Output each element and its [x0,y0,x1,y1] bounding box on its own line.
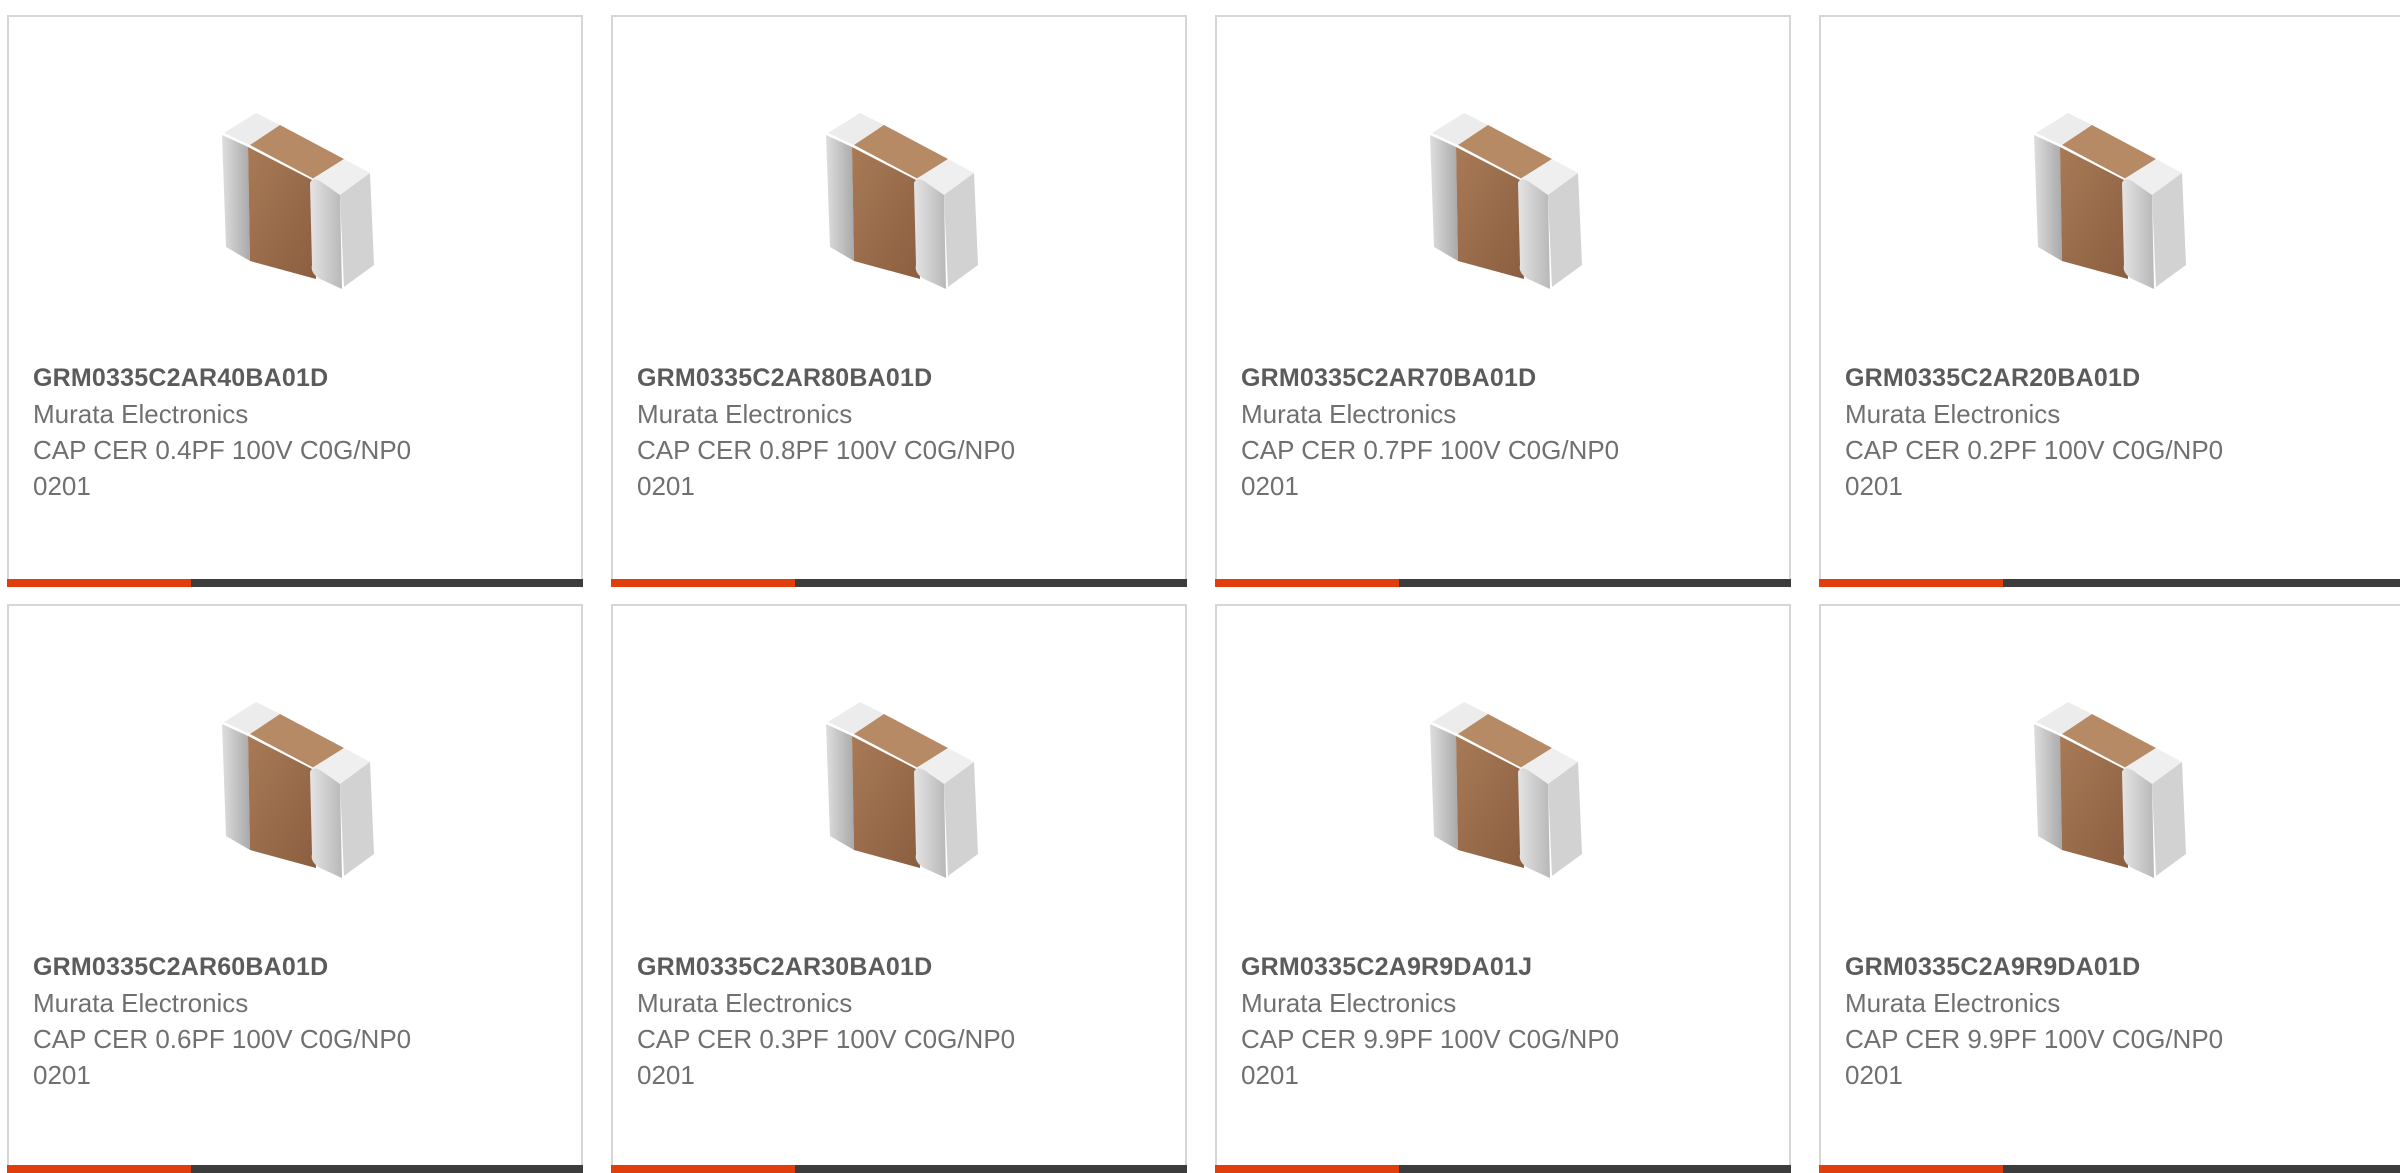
card-accent-bar [7,1165,191,1173]
card-accent-bar [611,1165,795,1173]
part-number-link[interactable]: GRM0335C2AR20BA01D [1845,360,2275,396]
card-accent-bar [611,579,795,587]
card-accent-bar [1215,1165,1399,1173]
card-bottom-bar [7,579,583,587]
manufacturer-name: Murata Electronics [637,399,853,429]
product-description: CAP CER 0.4PF 100V C0G/NP0 0201 [33,435,412,501]
part-number-link[interactable]: GRM0335C2AR80BA01D [637,360,1067,396]
product-info: GRM0335C2AR30BA01D Murata Electronics CA… [637,949,1067,1093]
capacitor-chip-image[interactable] [194,672,400,878]
capacitor-chip-image[interactable] [2006,83,2212,289]
manufacturer-name: Murata Electronics [33,399,249,429]
card-bottom-bar [1819,579,2400,587]
card-bottom-bar [1215,579,1791,587]
part-number-link[interactable]: GRM0335C2AR30BA01D [637,949,1067,985]
capacitor-chip-image[interactable] [194,83,400,289]
product-info: GRM0335C2AR20BA01D Murata Electronics CA… [1845,360,2275,504]
product-info: GRM0335C2AR80BA01D Murata Electronics CA… [637,360,1067,504]
product-info: GRM0335C2AR40BA01D Murata Electronics CA… [33,360,463,504]
product-description: CAP CER 0.8PF 100V C0G/NP0 0201 [637,435,1016,501]
card-bottom-bar [1819,1165,2400,1173]
capacitor-chip-image[interactable] [798,672,1004,878]
capacitor-chip-image[interactable] [2006,672,2212,878]
capacitor-chip-image[interactable] [1402,83,1608,289]
manufacturer-name: Murata Electronics [33,988,249,1018]
product-card[interactable]: GRM0335C2AR30BA01D Murata Electronics CA… [611,604,1187,1173]
product-description: CAP CER 0.7PF 100V C0G/NP0 0201 [1241,435,1620,501]
card-accent-bar [7,579,191,587]
product-grid: GRM0335C2AR40BA01D Murata Electronics CA… [0,0,2400,1173]
manufacturer-name: Murata Electronics [1241,988,1457,1018]
manufacturer-name: Murata Electronics [1241,399,1457,429]
part-number-link[interactable]: GRM0335C2AR70BA01D [1241,360,1671,396]
product-card[interactable]: GRM0335C2AR40BA01D Murata Electronics CA… [7,15,583,587]
card-accent-bar [1215,579,1399,587]
product-info: GRM0335C2A9R9DA01D Murata Electronics CA… [1845,949,2275,1093]
card-bottom-bar [611,1165,1187,1173]
capacitor-chip-image[interactable] [798,83,1004,289]
manufacturer-name: Murata Electronics [637,988,853,1018]
manufacturer-name: Murata Electronics [1845,988,2061,1018]
product-card[interactable]: GRM0335C2AR80BA01D Murata Electronics CA… [611,15,1187,587]
product-card[interactable]: GRM0335C2AR70BA01D Murata Electronics CA… [1215,15,1791,587]
part-number-link[interactable]: GRM0335C2A9R9DA01J [1241,949,1671,985]
manufacturer-name: Murata Electronics [1845,399,2061,429]
product-card[interactable]: GRM0335C2A9R9DA01D Murata Electronics CA… [1819,604,2400,1173]
product-info: GRM0335C2A9R9DA01J Murata Electronics CA… [1241,949,1671,1093]
product-description: CAP CER 0.6PF 100V C0G/NP0 0201 [33,1024,412,1090]
product-card[interactable]: GRM0335C2AR20BA01D Murata Electronics CA… [1819,15,2400,587]
product-description: CAP CER 0.3PF 100V C0G/NP0 0201 [637,1024,1016,1090]
card-accent-bar [1819,1165,2003,1173]
card-bottom-bar [611,579,1187,587]
card-bottom-bar [1215,1165,1791,1173]
part-number-link[interactable]: GRM0335C2AR60BA01D [33,949,463,985]
product-description: CAP CER 0.2PF 100V C0G/NP0 0201 [1845,435,2224,501]
product-description: CAP CER 9.9PF 100V C0G/NP0 0201 [1845,1024,2224,1090]
product-description: CAP CER 9.9PF 100V C0G/NP0 0201 [1241,1024,1620,1090]
product-card[interactable]: GRM0335C2AR60BA01D Murata Electronics CA… [7,604,583,1173]
part-number-link[interactable]: GRM0335C2A9R9DA01D [1845,949,2275,985]
capacitor-chip-image[interactable] [1402,672,1608,878]
card-bottom-bar [7,1165,583,1173]
product-info: GRM0335C2AR70BA01D Murata Electronics CA… [1241,360,1671,504]
card-accent-bar [1819,579,2003,587]
part-number-link[interactable]: GRM0335C2AR40BA01D [33,360,463,396]
product-info: GRM0335C2AR60BA01D Murata Electronics CA… [33,949,463,1093]
product-card[interactable]: GRM0335C2A9R9DA01J Murata Electronics CA… [1215,604,1791,1173]
